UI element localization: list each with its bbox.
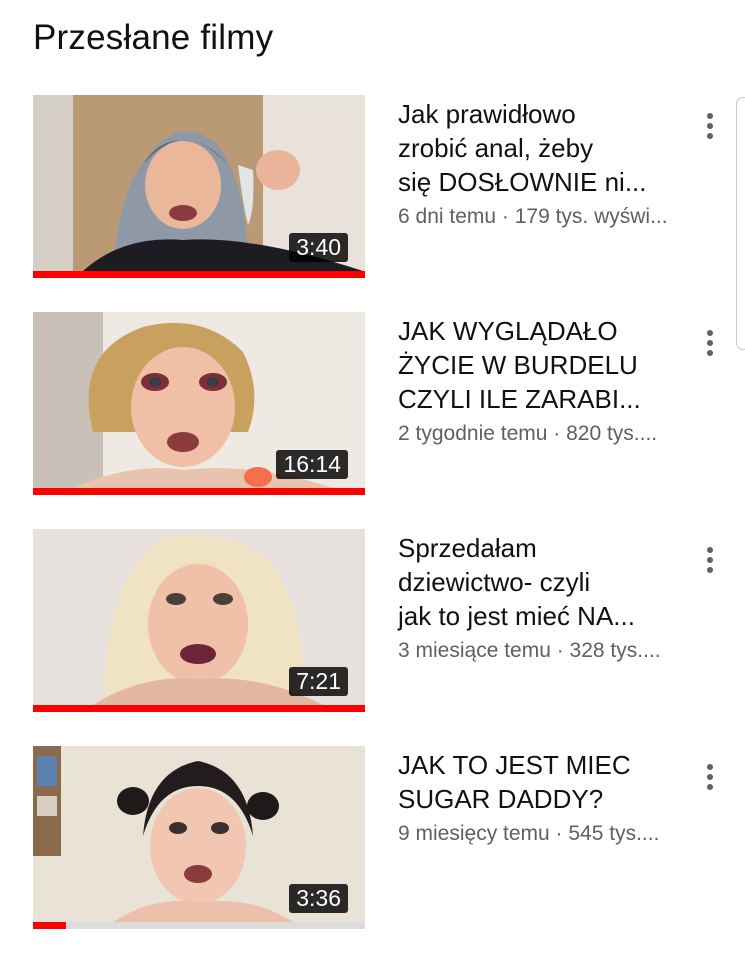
duration-badge: 3:36 (289, 884, 348, 913)
video-thumbnail[interactable]: 3:36 (33, 746, 365, 929)
video-title-line: się DOSŁOWNIE ni... (398, 167, 647, 197)
watch-progress-fill (33, 705, 365, 712)
watch-progress-track (33, 705, 365, 712)
more-vert-icon[interactable] (700, 109, 720, 143)
video-title-line: dziewictwo- czyli (398, 567, 591, 597)
watch-progress-track (33, 922, 365, 929)
video-thumbnail[interactable]: 7:21 (33, 529, 365, 712)
video-meta: JAK WYGLĄDAŁO ŻYCIE W BURDELU CZYLI ILE … (398, 314, 698, 448)
watch-progress-fill (33, 488, 365, 495)
video-meta: Sprzedałam dziewictwo- czyli jak to jest… (398, 531, 698, 665)
video-stats: 6 dni temu · 179 tys. wyświ... (398, 205, 668, 228)
video-title-line: SUGAR DADDY? (398, 784, 604, 814)
video-title[interactable]: JAK WYGLĄDAŁO ŻYCIE W BURDELU CZYLI ILE … (398, 314, 698, 416)
video-list-item[interactable]: 3:40 Jak prawidłowo zrobić anal, żeby si… (0, 95, 745, 285)
video-title-line: Sprzedałam (398, 533, 537, 563)
watch-progress-fill (33, 922, 67, 929)
duration-badge: 16:14 (276, 450, 348, 479)
video-thumbnail[interactable]: 3:40 (33, 95, 365, 278)
watch-progress-track (33, 488, 365, 495)
video-title-line: zrobić anal, żeby (398, 133, 594, 163)
video-stats: 3 miesiące temu · 328 tys.... (398, 639, 661, 662)
video-title-line: ŻYCIE W BURDELU (398, 350, 638, 380)
video-meta: Jak prawidłowo zrobić anal, żeby się DOS… (398, 97, 698, 231)
watch-progress-fill (33, 271, 365, 278)
duration-badge: 7:21 (289, 667, 348, 696)
video-title-line: CZYLI ILE ZARABI... (398, 384, 641, 414)
video-title-line: JAK TO JEST MIEC (398, 750, 631, 780)
video-title-line: jak to jest mieć NA... (398, 601, 635, 631)
video-list-item[interactable]: 16:14 JAK WYGLĄDAŁO ŻYCIE W BURDELU CZYL… (0, 312, 745, 502)
video-title[interactable]: JAK TO JEST MIEC SUGAR DADDY? (398, 748, 698, 816)
video-meta: JAK TO JEST MIEC SUGAR DADDY? 9 miesięcy… (398, 748, 698, 848)
more-vert-icon[interactable] (700, 543, 720, 577)
video-title-line: JAK WYGLĄDAŁO (398, 316, 618, 346)
section-title: Przesłane filmy (33, 18, 274, 57)
video-list-item[interactable]: 3:36 JAK TO JEST MIEC SUGAR DADDY? 9 mie… (0, 746, 745, 936)
more-vert-icon[interactable] (700, 326, 720, 360)
duration-badge: 3:40 (289, 233, 348, 262)
video-title[interactable]: Sprzedałam dziewictwo- czyli jak to jest… (398, 531, 698, 633)
video-stats: 2 tygodnie temu · 820 tys.... (398, 422, 658, 445)
video-thumbnail[interactable]: 16:14 (33, 312, 365, 495)
more-vert-icon[interactable] (700, 760, 720, 794)
video-title[interactable]: Jak prawidłowo zrobić anal, żeby się DOS… (398, 97, 698, 199)
watch-progress-track (33, 271, 365, 278)
video-title-line: Jak prawidłowo (398, 99, 576, 129)
video-stats: 9 miesięcy temu · 545 tys.... (398, 822, 660, 845)
video-list-item[interactable]: 7:21 Sprzedałam dziewictwo- czyli jak to… (0, 529, 745, 719)
